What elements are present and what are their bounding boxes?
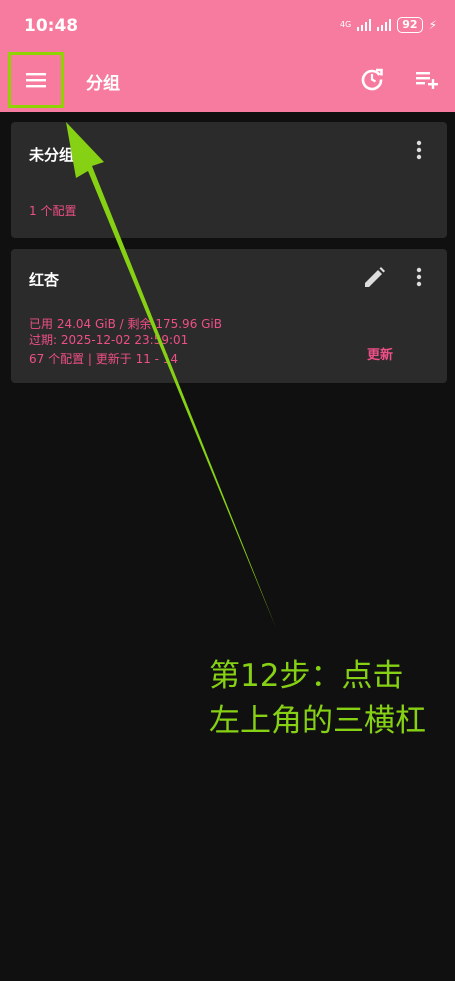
group-card-ungrouped[interactable]: 未分组 1 个配置 <box>11 122 447 238</box>
page-title: 分组 <box>86 74 120 94</box>
menu-button[interactable] <box>8 52 64 108</box>
group-card-hongxing[interactable]: 红杏 已用 24.04 GiB / 剩余 175.96 GiB 过期: 2025… <box>11 249 447 383</box>
group-expiry: 过期: 2025-12-02 23:59:01 <box>29 333 189 347</box>
edit-pencil-icon[interactable] <box>361 265 387 291</box>
status-time: 10:48 <box>24 16 79 36</box>
status-icons: 4G 92 ⚡ <box>340 17 437 33</box>
more-options-icon[interactable] <box>409 137 429 163</box>
annotation-text-line2: 左上角的三横杠 <box>209 703 426 739</box>
group-name: 未分组 <box>29 146 75 164</box>
battery-icon: 92 <box>397 17 423 33</box>
signal-icon-2 <box>377 19 392 31</box>
group-usage: 已用 24.04 GiB / 剩余 175.96 GiB <box>29 317 223 331</box>
hamburger-menu-icon <box>26 73 46 88</box>
network-type-label: 4G <box>339 20 352 29</box>
status-bar: 10:48 4G 92 ⚡ <box>0 0 455 52</box>
add-playlist-icon[interactable] <box>414 66 440 92</box>
annotation-text-line1: 第12步：点击 <box>209 658 404 694</box>
more-options-icon[interactable] <box>409 264 429 290</box>
group-name: 红杏 <box>29 271 60 289</box>
toolbar: 分组 <box>0 52 455 112</box>
group-config-count: 1 个配置 <box>29 204 77 218</box>
refresh-schedule-icon[interactable] <box>359 66 385 92</box>
charging-icon: ⚡ <box>428 18 437 32</box>
group-config-count: 67 个配置 | 更新于 11 - 14 <box>29 352 179 366</box>
signal-icon <box>357 19 372 31</box>
app-bar: 10:48 4G 92 ⚡ 分组 <box>0 0 455 112</box>
update-button[interactable]: 更新 <box>367 344 393 363</box>
